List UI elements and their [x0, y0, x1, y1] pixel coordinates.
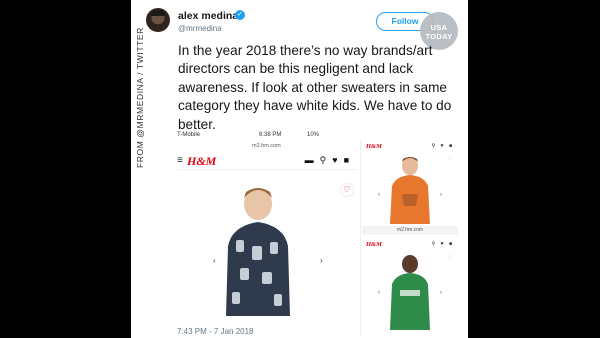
- thumb-nav-icons: ⚲ ♥ ■: [431, 241, 454, 247]
- divider: [360, 140, 361, 335]
- tweet-author-handle[interactable]: @mrmedina: [178, 24, 222, 33]
- thumb-navbar: H&M ⚲ ♥ ■: [362, 241, 458, 251]
- status-time: 6:38 PM: [259, 132, 282, 138]
- photo-credit: FROM @MRMEDINA / TWITTER: [135, 27, 145, 168]
- child-green-hoodie: [390, 255, 430, 330]
- tweet-timestamp: 7:43 PM - 7 Jan 2018: [177, 327, 254, 336]
- favorite-button[interactable]: ♡: [340, 183, 354, 197]
- shopping-bag-icon: ■: [343, 155, 355, 165]
- hm-navbar: ≡ H&M ▬⚲♥■: [177, 152, 357, 170]
- chevron-left-icon[interactable]: ‹: [213, 256, 216, 265]
- chevron-right-icon: ›: [440, 192, 442, 198]
- verified-badge-icon: ✓: [235, 10, 245, 20]
- child-orange-hoodie: [390, 157, 430, 224]
- heart-icon: ♡: [446, 255, 452, 261]
- hm-logo-small: H&M: [366, 241, 382, 248]
- product-thumbnail-orange: H&M ⚲ ♥ ■ ♡ ‹ › m2.hm.com: [362, 140, 458, 235]
- tweet-author-name[interactable]: alex medina: [178, 10, 238, 22]
- tweet-text: In the year 2018 there’s no way brands/a…: [178, 43, 452, 132]
- letterbox-left: [0, 0, 131, 338]
- hm-logo-small: H&M: [366, 143, 382, 150]
- hm-logo: H&M: [187, 154, 217, 168]
- chevron-right-icon[interactable]: ›: [320, 256, 323, 265]
- thumb-url: m2.hm.com: [362, 226, 458, 235]
- hamburger-menu-icon: ≡: [177, 155, 183, 166]
- chevron-left-icon: ‹: [378, 290, 380, 296]
- browser-url: m2.hm.com: [252, 143, 281, 149]
- thumb-navbar: H&M ⚲ ♥ ■: [362, 143, 458, 153]
- heart-icon: ♡: [446, 157, 452, 163]
- status-carrier: T-Mobile: [177, 132, 201, 138]
- card-icon: ▬: [304, 155, 320, 165]
- heart-icon: ♥: [332, 155, 344, 165]
- chevron-left-icon: ‹: [378, 192, 380, 198]
- phone-status-bar: T-Mobile 6:38 PM 10%: [177, 132, 357, 142]
- hm-nav-icons: ▬⚲♥■: [305, 155, 355, 166]
- logo-line-2: TODAY: [425, 32, 453, 41]
- logo-line-1: USA: [430, 23, 448, 32]
- letterbox-right: [468, 0, 600, 338]
- product-thumbnail-green: H&M ⚲ ♥ ■ ♡ ‹ ›: [362, 238, 458, 335]
- avatar[interactable]: [146, 8, 170, 32]
- search-icon: ⚲: [319, 155, 333, 165]
- chevron-right-icon: ›: [440, 290, 442, 296]
- thumb-nav-icons: ⚲ ♥ ■: [431, 143, 454, 149]
- product-photo-main: [226, 188, 290, 316]
- status-battery: 10%: [307, 132, 320, 138]
